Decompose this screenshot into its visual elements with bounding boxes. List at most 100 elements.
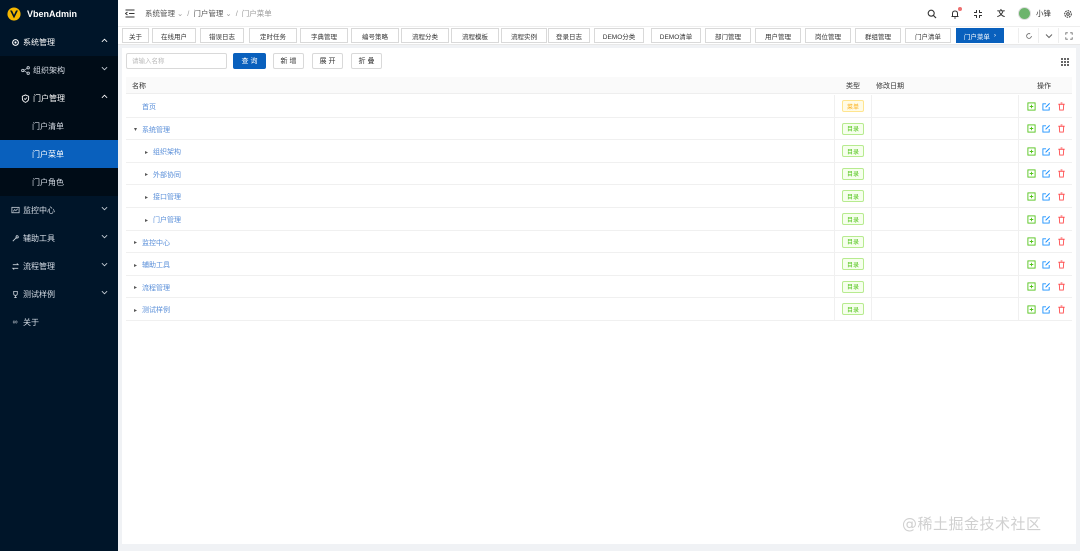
row-name[interactable]: ▸ 流程管理 (134, 283, 170, 293)
sidebar-item-monitor[interactable]: 监控中心 (0, 196, 118, 224)
column-header-type[interactable]: 类型 (846, 81, 860, 91)
delete-icon[interactable] (1056, 304, 1066, 314)
add-child-icon[interactable] (1026, 259, 1036, 269)
edit-icon[interactable] (1041, 191, 1051, 201)
tab-groups[interactable]: 群组管理 (855, 28, 901, 43)
edit-icon[interactable] (1041, 259, 1051, 269)
add-button[interactable]: 新 增 (273, 53, 304, 69)
table-row[interactable]: ▸ 测试样例 目录 (126, 298, 1072, 321)
collapse-button[interactable]: 折 叠 (351, 53, 382, 69)
sidebar-item-samples[interactable]: 测试样例 (0, 280, 118, 308)
tab-portal-list[interactable]: 门户清单 (905, 28, 951, 43)
table-row[interactable]: ▾ 系统管理 目录 (126, 117, 1072, 141)
expand-arrow-icon[interactable]: ▸ (134, 239, 142, 246)
expand-icon[interactable] (1058, 28, 1078, 43)
sidebar-item-flow[interactable]: 流程管理 (0, 252, 118, 280)
sidebar-item-system[interactable]: 系统管理 (0, 28, 118, 56)
edit-icon[interactable] (1041, 237, 1051, 247)
delete-icon[interactable] (1056, 214, 1066, 224)
edit-icon[interactable] (1041, 101, 1051, 111)
expand-button[interactable]: 展 开 (312, 53, 343, 69)
row-name[interactable]: ▸ 监控中心 (134, 238, 170, 248)
tab-online-users[interactable]: 在线用户 (152, 28, 196, 43)
tab-error-log[interactable]: 错误日志 (200, 28, 244, 43)
expand-arrow-icon[interactable]: ▸ (134, 307, 142, 314)
row-name[interactable]: 首页 (134, 102, 156, 112)
sidebar-item-tools[interactable]: 辅助工具 (0, 224, 118, 252)
tab-scheduled-tasks[interactable]: 定时任务 (249, 28, 297, 43)
tab-numbering[interactable]: 编号策略 (351, 28, 399, 43)
add-child-icon[interactable] (1026, 124, 1036, 134)
query-button[interactable]: 查 询 (233, 53, 266, 69)
add-child-icon[interactable] (1026, 169, 1036, 179)
edit-icon[interactable] (1041, 146, 1051, 156)
tab-portal-menu[interactable]: 门户菜单 › (956, 28, 1004, 43)
breadcrumb-item[interactable]: 系统管理 (145, 8, 175, 19)
delete-icon[interactable] (1056, 259, 1066, 269)
expand-arrow-icon[interactable]: ▸ (134, 284, 142, 291)
breadcrumb-item[interactable]: 门户管理 (193, 8, 223, 19)
tab-flow-template[interactable]: 流程模板 (451, 28, 499, 43)
row-name[interactable]: ▸ 组织架构 (145, 147, 181, 157)
refresh-icon[interactable] (1018, 28, 1038, 43)
user-menu[interactable]: 小锋 (1018, 7, 1051, 20)
table-row[interactable]: ▸ 流程管理 目录 (126, 275, 1072, 299)
sidebar-item-portal-list[interactable]: 门户清单 (0, 112, 118, 140)
row-name[interactable]: ▸ 辅助工具 (134, 260, 170, 270)
expand-arrow-icon[interactable]: ▸ (145, 171, 153, 178)
delete-icon[interactable] (1056, 191, 1066, 201)
expand-arrow-icon[interactable]: ▸ (145, 149, 153, 156)
delete-icon[interactable] (1056, 146, 1066, 156)
table-row[interactable]: ▸ 辅助工具 目录 (126, 253, 1072, 276)
row-name[interactable]: ▸ 测试样例 (134, 305, 170, 315)
delete-icon[interactable] (1056, 237, 1066, 247)
table-row[interactable]: ▸ 接口管理 目录 (126, 185, 1072, 208)
table-row[interactable]: ▸ 组织架构 目录 (126, 140, 1072, 163)
column-header-name[interactable]: 名称 (132, 81, 146, 91)
sidebar-item-portal-role[interactable]: 门户角色 (0, 168, 118, 196)
expand-arrow-icon[interactable]: ▸ (134, 262, 142, 269)
tab-demo-category[interactable]: DEMO分类 (594, 28, 644, 43)
sidebar-item-about[interactable]: ∞ 关于 (0, 308, 118, 336)
tab-positions[interactable]: 岗位管理 (805, 28, 851, 43)
add-child-icon[interactable] (1026, 146, 1036, 156)
tab-dictionary[interactable]: 字典管理 (300, 28, 348, 43)
translate-icon[interactable]: 文 (995, 8, 1007, 20)
tab-demo-list[interactable]: DEMO清单 (651, 28, 701, 43)
delete-icon[interactable] (1056, 101, 1066, 111)
chevron-down-icon[interactable] (1038, 28, 1058, 43)
fullscreen-icon[interactable] (972, 8, 984, 20)
delete-icon[interactable] (1056, 124, 1066, 134)
tab-users[interactable]: 用户管理 (755, 28, 801, 43)
edit-icon[interactable] (1041, 304, 1051, 314)
tab-login-log[interactable]: 登录日志 (548, 28, 590, 43)
tab-flow-category[interactable]: 流程分类 (401, 28, 449, 43)
search-input[interactable] (126, 53, 227, 69)
add-child-icon[interactable] (1026, 237, 1036, 247)
add-child-icon[interactable] (1026, 191, 1036, 201)
settings-icon[interactable] (1062, 8, 1074, 20)
search-icon[interactable] (926, 8, 938, 20)
logo[interactable]: VbenAdmin (0, 0, 118, 28)
table-row[interactable]: ▸ 外部协同 目录 (126, 162, 1072, 186)
row-name[interactable]: ▸ 门户管理 (145, 215, 181, 225)
expand-arrow-icon[interactable]: ▸ (145, 194, 153, 201)
edit-icon[interactable] (1041, 282, 1051, 292)
bell-icon[interactable] (949, 6, 962, 20)
menu-fold-icon[interactable] (123, 6, 137, 20)
add-child-icon[interactable] (1026, 282, 1036, 292)
tab-about[interactable]: 关于 (122, 28, 149, 43)
table-row[interactable]: ▸ 监控中心 目录 (126, 230, 1072, 254)
expand-arrow-icon[interactable]: ▾ (134, 126, 142, 133)
add-child-icon[interactable] (1026, 101, 1036, 111)
table-row[interactable]: ▸ 门户管理 目录 (126, 208, 1072, 231)
delete-icon[interactable] (1056, 282, 1066, 292)
edit-icon[interactable] (1041, 124, 1051, 134)
row-name[interactable]: ▸ 接口管理 (145, 192, 181, 202)
expand-arrow-icon[interactable]: ▸ (145, 217, 153, 224)
add-child-icon[interactable] (1026, 214, 1036, 224)
sidebar-item-portal-menu[interactable]: 门户菜单 (0, 140, 118, 168)
edit-icon[interactable] (1041, 169, 1051, 179)
row-name[interactable]: ▸ 外部协同 (145, 170, 181, 180)
add-child-icon[interactable] (1026, 304, 1036, 314)
